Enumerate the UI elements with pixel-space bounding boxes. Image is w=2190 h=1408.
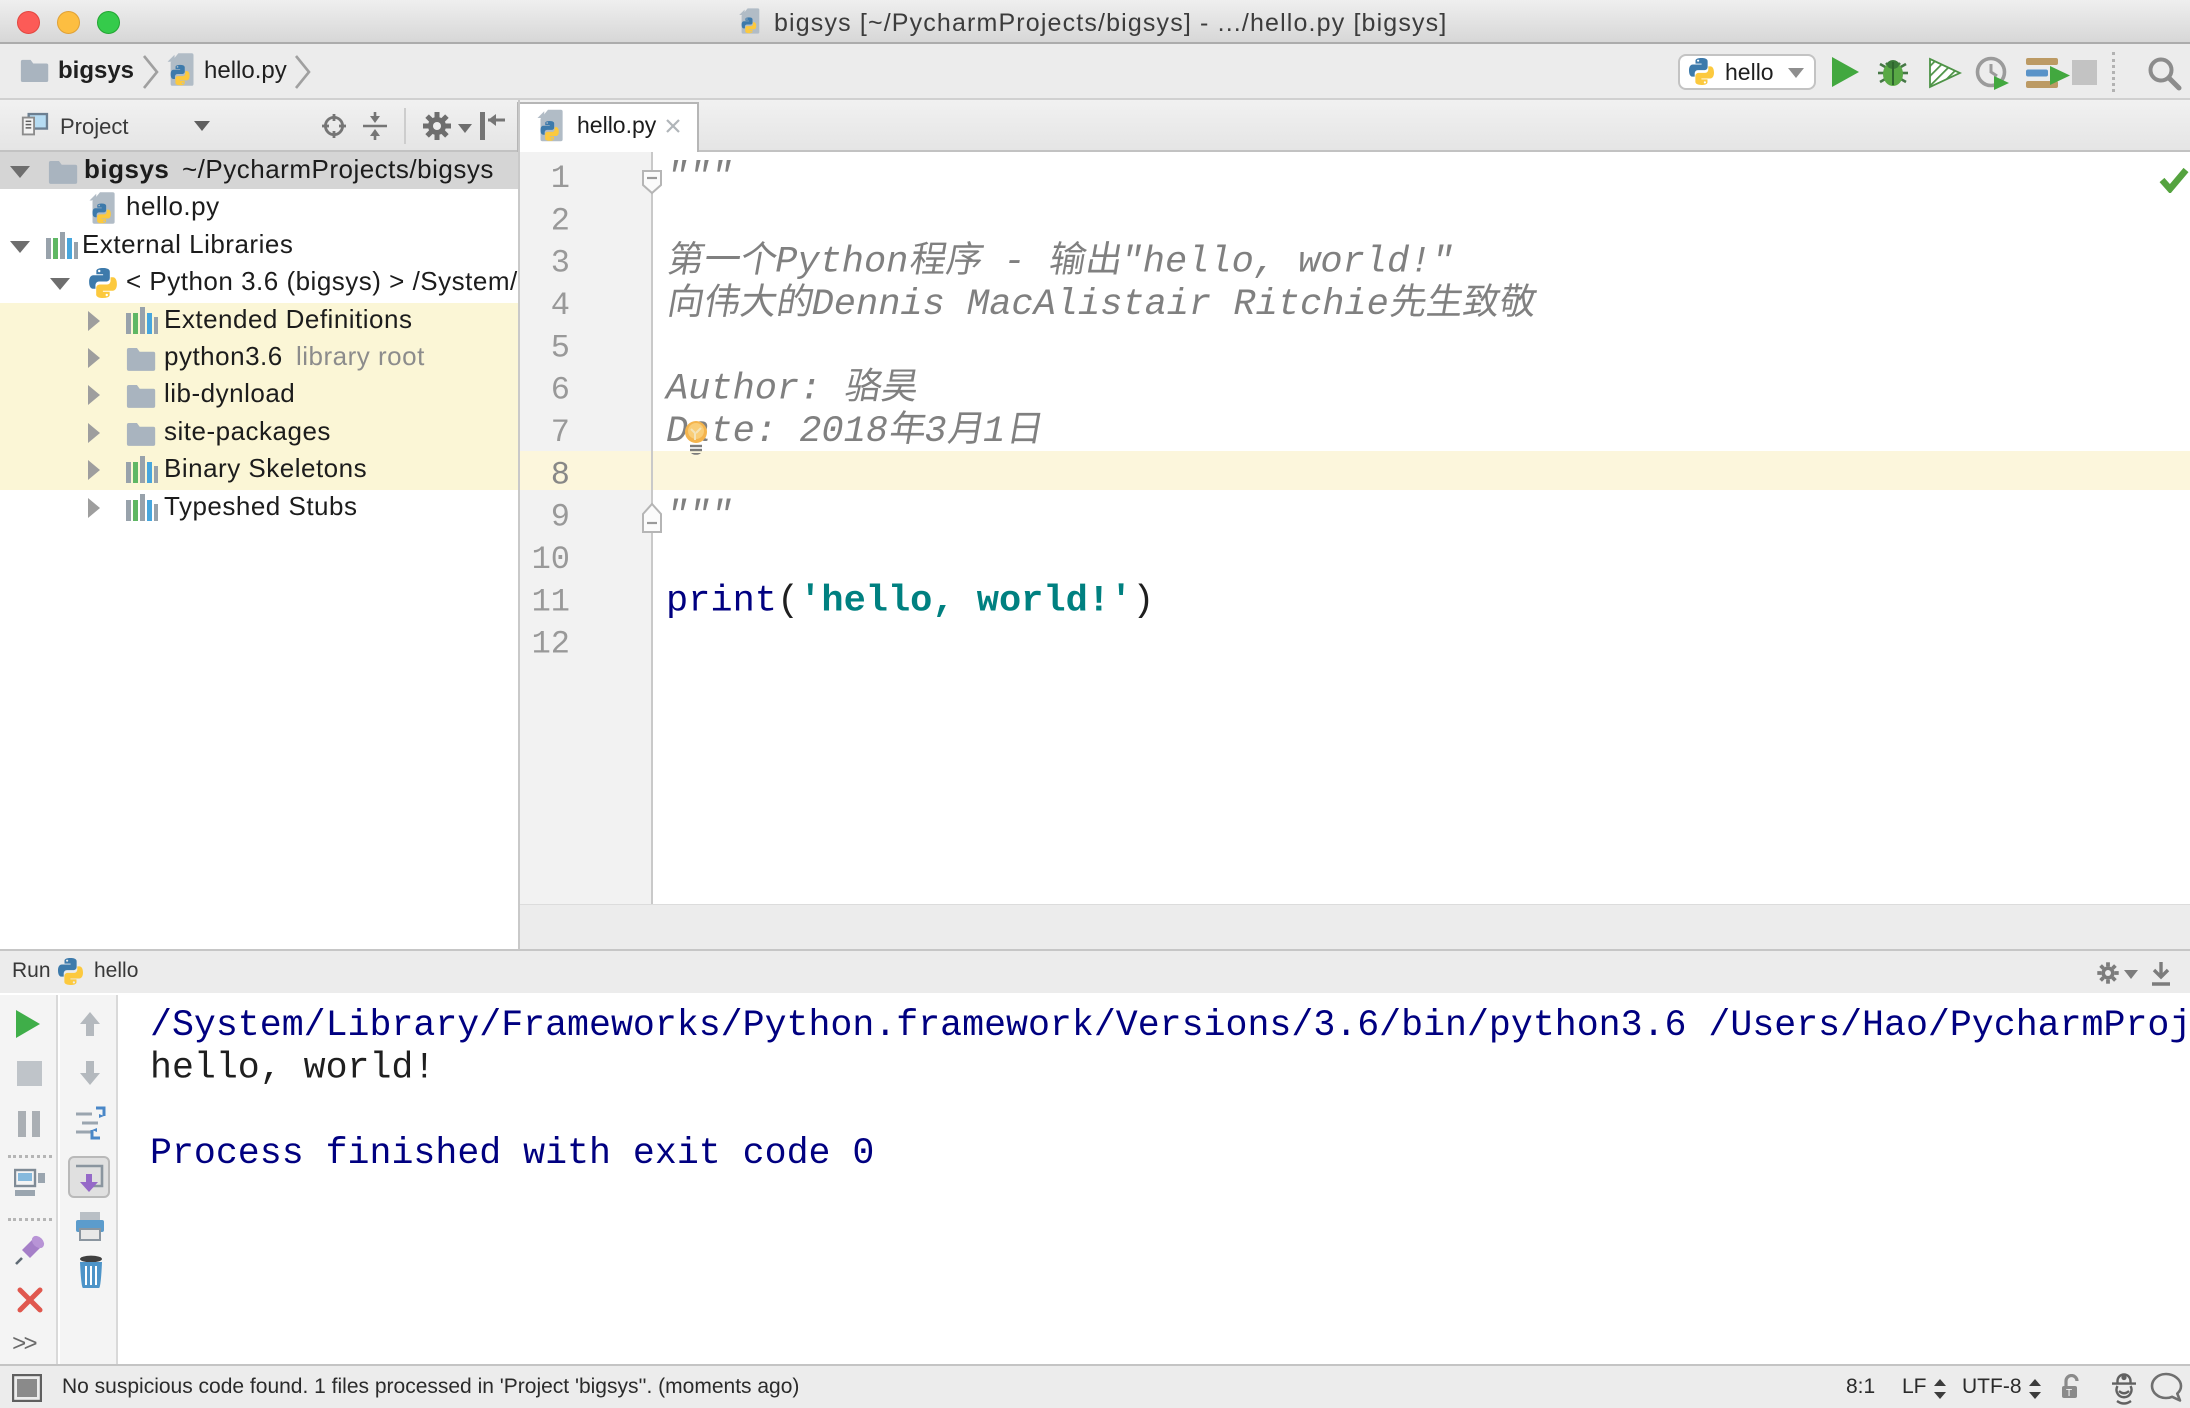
- svg-text:hello, world!: hello, world!: [150, 1048, 435, 1090]
- svg-text:""": """: [666, 496, 733, 538]
- svg-text:1: 1: [983, 411, 1005, 453]
- svg-text:Dennis MacAlistair Ritchie: Dennis MacAlistair Ritchie: [812, 284, 1389, 326]
- svg-text:): ): [1132, 580, 1154, 622]
- svg-text:T: T: [2066, 1388, 2072, 1399]
- svg-text:Author:: Author:: [664, 369, 844, 411]
- svg-text:/System/Library/Frameworks/Pyt: /System/Library/Frameworks/Python.framew…: [150, 1005, 2190, 1047]
- svg-text:Process finished with exit cod: Process finished with exit code 0: [150, 1133, 874, 1175]
- svg-text:'hello, world!': 'hello, world!': [799, 580, 1132, 622]
- svg-text:""": """: [666, 157, 733, 199]
- svg-text:print: print: [666, 580, 777, 622]
- svg-text:3: 3: [924, 411, 946, 453]
- svg-text:"hello, world!": "hello, world!": [1121, 242, 1454, 284]
- svg-text:(: (: [777, 580, 799, 622]
- svg-text:-: -: [981, 242, 1048, 284]
- svg-text:Python: Python: [775, 242, 908, 284]
